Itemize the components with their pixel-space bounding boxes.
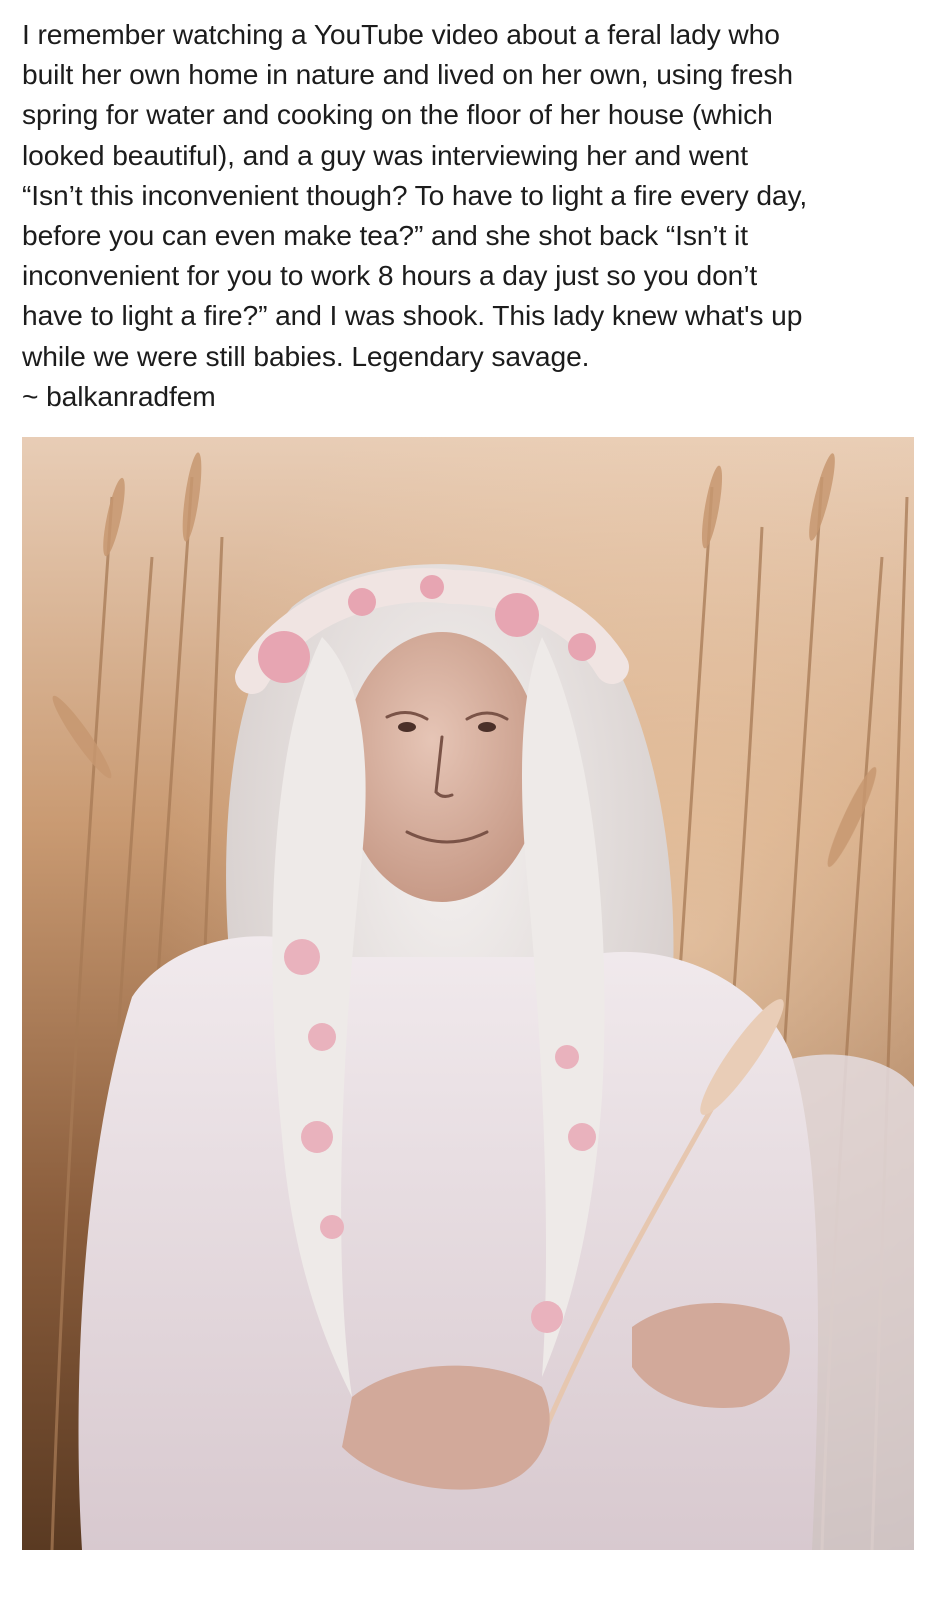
post-text-line: spring for water and cooking on the floo…: [22, 98, 773, 131]
left-eye: [398, 722, 416, 732]
post-text-line: inconvenient for you to work 8 hours a d…: [22, 259, 758, 292]
right-eye: [478, 722, 496, 732]
post-text-line: “Isn’t this inconvenient though? To have…: [22, 178, 808, 211]
face: [342, 632, 542, 902]
post-text-line: looked beautiful), and a guy was intervi…: [22, 138, 748, 171]
post-text-line: I remember watching a YouTube video abou…: [22, 18, 780, 50]
post-photo: [22, 437, 914, 1550]
post-text: I remember watching a YouTube video abou…: [22, 14, 932, 416]
post-text-line: before you can even make tea?” and she s…: [22, 219, 748, 252]
post-text-line: while we were still babies. Legendary sa…: [22, 339, 590, 372]
post-text-line: built her own home in nature and lived o…: [22, 58, 793, 91]
photo-illustration: [22, 437, 914, 1550]
post-card: I remember watching a YouTube video abou…: [0, 0, 950, 1599]
post-text-line: have to light a fire?” and I was shook. …: [22, 299, 803, 332]
post-attribution: ~ balkanradfem: [22, 379, 216, 412]
